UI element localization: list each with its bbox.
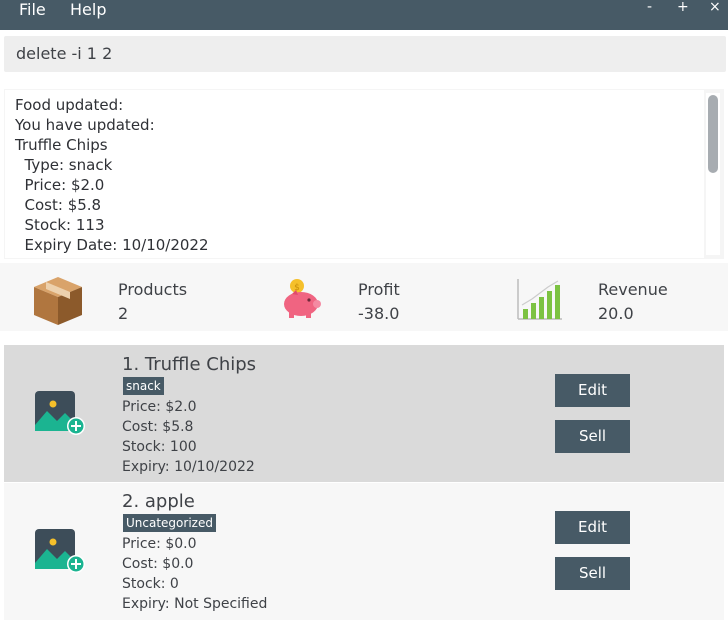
edit-button[interactable]: Edit — [555, 511, 630, 544]
close-button[interactable]: × — [709, 0, 721, 14]
menu-bar: File Help - + × — [0, 0, 728, 30]
item-cost: Cost: $5.8 — [122, 419, 194, 435]
result-line: Type: snack — [15, 156, 113, 174]
category-tag: Uncategorized — [123, 514, 216, 532]
item-price: Price: $2.0 — [122, 399, 197, 415]
command-input-value: delete -i 1 2 — [16, 44, 113, 63]
profit-label: Profit — [358, 280, 400, 299]
edit-button[interactable]: Edit — [555, 374, 630, 407]
item-cost: Cost: $0.0 — [122, 556, 194, 572]
command-input[interactable]: delete -i 1 2 — [4, 36, 726, 72]
stats-bar: Products 2 $ Profit -38.0 Revenue 20.0 — [0, 263, 728, 331]
result-line: Price: $2.0 — [15, 176, 105, 194]
menu-help[interactable]: Help — [70, 0, 106, 20]
result-display[interactable]: Food updated: You have updated: Truffle … — [4, 89, 724, 259]
result-scrollbar[interactable] — [706, 93, 720, 255]
item-stock: Stock: 100 — [122, 439, 197, 455]
result-line: Cost: $5.8 — [15, 196, 102, 214]
profit-value: -38.0 — [358, 304, 400, 323]
item-stock: Stock: 0 — [122, 576, 179, 592]
list-item[interactable]: 1. Truffle Chips snack Price: $2.0 Cost:… — [4, 345, 724, 482]
result-line: Food updated: — [15, 96, 124, 114]
revenue-label: Revenue — [598, 280, 668, 299]
result-scrollbar-thumb[interactable] — [708, 95, 718, 173]
item-expiry: Expiry: 10/10/2022 — [122, 459, 255, 475]
result-text-area: Food updated: You have updated: Truffle … — [5, 90, 704, 258]
list-bottom-padding — [0, 620, 728, 642]
add-image-icon — [35, 529, 85, 573]
minimize-button[interactable]: - — [647, 0, 652, 14]
products-label: Products — [118, 280, 188, 299]
menu-file[interactable]: File — [19, 0, 46, 20]
category-tag: snack — [123, 377, 164, 395]
item-title: 2. apple — [122, 491, 195, 512]
bar-chart-growth-icon — [517, 279, 562, 320]
result-line: Truffle Chips — [15, 136, 108, 154]
result-line: Expiry Date: 10/10/2022 — [15, 236, 209, 254]
add-image-icon — [35, 391, 85, 435]
sell-button[interactable]: Sell — [555, 420, 630, 453]
sell-button[interactable]: Sell — [555, 557, 630, 590]
result-line: You have updated: — [15, 116, 155, 134]
item-title: 1. Truffle Chips — [122, 354, 257, 375]
list-item[interactable]: 2. apple Uncategorized Price: $0.0 Cost:… — [4, 483, 724, 620]
products-value: 2 — [118, 304, 129, 323]
result-line: Stock: 113 — [15, 216, 105, 234]
revenue-value: 20.0 — [598, 304, 634, 323]
item-price: Price: $0.0 — [122, 536, 197, 552]
item-expiry: Expiry: Not Specified — [122, 596, 268, 612]
maximize-button[interactable]: + — [677, 0, 689, 14]
package-box-icon — [34, 277, 82, 325]
piggy-bank-icon: $ — [284, 279, 321, 318]
